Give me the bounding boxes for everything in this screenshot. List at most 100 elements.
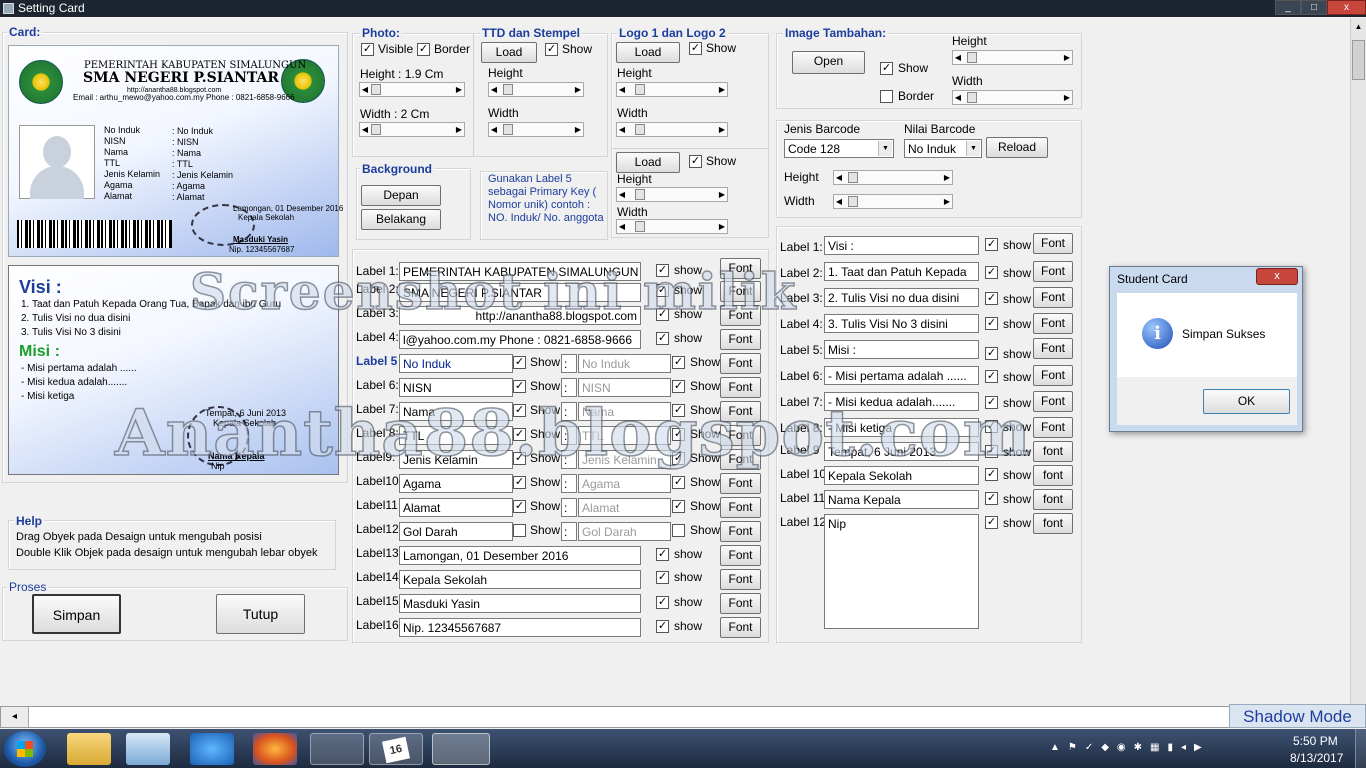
image-show-checkbox[interactable]: ✓ xyxy=(880,62,893,75)
back-label-font-button[interactable]: font xyxy=(1033,441,1073,462)
media-player-icon[interactable] xyxy=(126,733,170,765)
horizontal-scrollbar[interactable]: ◂ xyxy=(0,706,1230,728)
logo1-height-scrollbar[interactable]: ◀ ▶ xyxy=(616,82,728,97)
firefox-icon[interactable] xyxy=(253,733,297,765)
back-label-font-button[interactable]: Font xyxy=(1033,233,1073,254)
pair-label-show-checkbox[interactable]: ✓ xyxy=(513,380,526,393)
visi-title[interactable]: Visi : xyxy=(19,277,62,298)
sign-label-show-checkbox[interactable]: ✓ xyxy=(656,620,669,633)
pair-label-font-button[interactable]: Font xyxy=(720,473,761,494)
card-field-key[interactable]: TTL xyxy=(104,158,160,169)
pair-separator-input[interactable]: : xyxy=(561,354,577,373)
back-label-show-checkbox[interactable]: ✓ xyxy=(985,238,998,251)
scroll-left-arrow[interactable]: ◀ xyxy=(834,195,844,208)
scroll-thumb[interactable] xyxy=(848,172,858,183)
scroll-right-arrow[interactable]: ▶ xyxy=(717,188,727,201)
pair-value2-show-checkbox[interactable]: ✓ xyxy=(672,476,685,489)
scroll-right-arrow[interactable]: ▶ xyxy=(1062,91,1072,104)
barcode-height-scrollbar[interactable]: ◀ ▶ xyxy=(833,170,953,185)
scroll-thumb[interactable] xyxy=(371,124,381,135)
scroll-left-arrow[interactable]: ◀ xyxy=(953,91,963,104)
pair-label-show-checkbox[interactable]: ✓ xyxy=(513,500,526,513)
card-line2[interactable]: SMA NEGERI P.SIANTAR xyxy=(83,70,279,86)
scroll-right-arrow[interactable]: ▶ xyxy=(942,171,952,184)
system-tray-icons[interactable]: ▲⚑✓◆◉✱▦▮◂▶ xyxy=(1050,742,1250,756)
pair-label-font-button[interactable]: Font xyxy=(720,353,761,374)
back-label-show-checkbox[interactable]: ✓ xyxy=(985,492,998,505)
dialog-ok-button[interactable]: OK xyxy=(1203,389,1290,414)
pair-label-input[interactable]: Agama xyxy=(399,474,513,493)
sign-label-font-button[interactable]: Font xyxy=(720,569,761,590)
barcode-image[interactable] xyxy=(17,220,172,248)
scroll-right-arrow[interactable]: ▶ xyxy=(454,123,464,136)
sign-label-input[interactable]: Masduki Yasin xyxy=(399,594,641,613)
misi-title[interactable]: Misi : xyxy=(19,343,60,361)
back-label-input[interactable]: Nama Kepala xyxy=(824,490,979,509)
pair-label-font-button[interactable]: Font xyxy=(720,497,761,518)
dialog-close-button[interactable]: x xyxy=(1256,268,1298,285)
sign-label-show-checkbox[interactable]: ✓ xyxy=(656,571,669,584)
scroll-thumb[interactable] xyxy=(503,84,513,95)
ttd-height-scrollbar[interactable]: ◀ ▶ xyxy=(488,82,584,97)
logo1-load-button[interactable]: Load xyxy=(616,42,680,63)
setting-card-task-icon[interactable] xyxy=(432,733,490,765)
photo-width-scrollbar[interactable]: ◀ ▶ xyxy=(359,122,465,137)
ttd-width-scrollbar[interactable]: ◀ ▶ xyxy=(488,122,584,137)
vertical-scrollbar[interactable]: ▲ xyxy=(1350,18,1366,708)
scroll-left-arrow[interactable]: ◀ xyxy=(953,51,963,64)
belakang-button[interactable]: Belakang xyxy=(361,209,441,230)
scroll-right-arrow[interactable]: ▶ xyxy=(717,123,727,136)
card-field-key[interactable]: No Induk xyxy=(104,125,160,136)
show-desktop-button[interactable] xyxy=(1355,729,1366,768)
pair-value2-show-checkbox[interactable]: ✓ xyxy=(672,356,685,369)
back-label-font-button[interactable]: Font xyxy=(1033,313,1073,334)
tray-date[interactable]: 8/13/2017 xyxy=(1290,751,1343,765)
photo-height-scrollbar[interactable]: ◀ ▶ xyxy=(359,82,465,97)
tray-time[interactable]: 5:50 PM xyxy=(1293,734,1338,748)
photo-border-checkbox[interactable]: ✓ xyxy=(417,43,430,56)
logo2-height-scrollbar[interactable]: ◀ ▶ xyxy=(616,187,728,202)
scroll-right-arrow[interactable]: ▶ xyxy=(454,83,464,96)
visi-item[interactable]: 3. Tulis Visi No 3 disini xyxy=(21,326,281,340)
pair-separator-input[interactable]: : xyxy=(561,522,577,541)
scroll-left-arrow[interactable]: ◀ xyxy=(489,83,499,96)
scroll-thumb[interactable] xyxy=(635,189,645,200)
calendar-app-icon[interactable]: 16 xyxy=(369,733,423,765)
jenis-barcode-select[interactable]: Code 128 ▼ xyxy=(784,139,894,158)
scroll-thumb[interactable] xyxy=(635,84,645,95)
pair-label-value2-input[interactable]: Alamat xyxy=(578,498,671,517)
back-label-font-button[interactable]: Font xyxy=(1033,287,1073,308)
back-label-show-checkbox[interactable]: ✓ xyxy=(985,370,998,383)
back-label-font-button[interactable]: Font xyxy=(1033,261,1073,282)
pair-label-input[interactable]: No Induk xyxy=(399,354,513,373)
back-label12-font-button[interactable]: font xyxy=(1033,513,1073,534)
front-label-font-button[interactable]: Font xyxy=(720,329,761,350)
barcode-width-scrollbar[interactable]: ◀ ▶ xyxy=(833,194,953,209)
pair-label-input[interactable]: NISN xyxy=(399,378,513,397)
card-field-value[interactable]: : Jenis Kelamin xyxy=(172,170,233,181)
pair-value2-show-checkbox[interactable] xyxy=(672,524,685,537)
photo-visible-checkbox[interactable]: ✓ xyxy=(361,43,374,56)
scroll-left-arrow[interactable]: ◀ xyxy=(617,83,627,96)
scroll-right-arrow[interactable]: ▶ xyxy=(942,195,952,208)
back-label-input[interactable]: Visi : xyxy=(824,236,979,255)
card-field-key[interactable]: Nama xyxy=(104,147,160,158)
scroll-left-arrow[interactable]: ◀ xyxy=(617,188,627,201)
minimize-button[interactable]: _ xyxy=(1275,0,1301,15)
logo1-width-scrollbar[interactable]: ◀ ▶ xyxy=(616,122,728,137)
card-field-key[interactable]: Alamat xyxy=(104,191,160,202)
scroll-thumb[interactable] xyxy=(848,196,858,207)
card-field-value[interactable]: : NISN xyxy=(172,137,233,148)
back-label-show-checkbox[interactable]: ✓ xyxy=(985,347,998,360)
front-label-show-checkbox[interactable]: ✓ xyxy=(656,332,669,345)
back-label12-show-checkbox[interactable]: ✓ xyxy=(985,516,998,529)
back-label-input[interactable]: 2. Tulis Visi no dua disini xyxy=(824,288,979,307)
tutup-button[interactable]: Tutup xyxy=(216,594,305,634)
sign-label-input[interactable]: Kepala Sekolah xyxy=(399,570,641,589)
back-label-font-button[interactable]: Font xyxy=(1033,365,1073,386)
pair-label-value2-input[interactable]: Gol Darah xyxy=(578,522,671,541)
scroll-up-arrow[interactable]: ▲ xyxy=(1352,19,1365,35)
scroll-left-arrow[interactable]: ◀ xyxy=(617,220,627,233)
back-label-show-checkbox[interactable]: ✓ xyxy=(985,266,998,279)
back-label-input[interactable]: - Misi pertama adalah ...... xyxy=(824,366,979,385)
